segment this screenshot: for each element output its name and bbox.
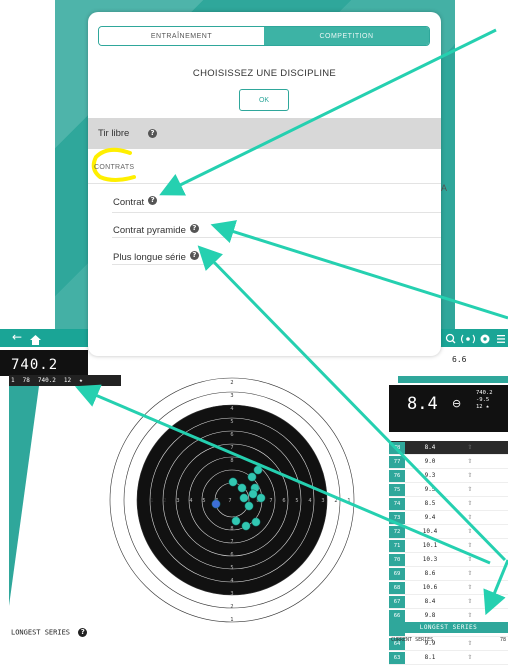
arrow-left-panel: [74, 384, 491, 565]
shot-number: 63: [389, 651, 405, 664]
shot-direction-icon: ⇧: [467, 654, 473, 661]
shot-row[interactable]: 63 8.1 ⇧: [389, 651, 508, 665]
arrow-contrat: [159, 28, 497, 196]
arrow-right-list: [483, 559, 508, 616]
arrow-contrat-pyramide: [210, 220, 508, 320]
arrow-plus-longue-serie: [197, 245, 507, 562]
shot-value: 8.1: [424, 654, 436, 661]
annotation-arrows: [74, 28, 508, 616]
